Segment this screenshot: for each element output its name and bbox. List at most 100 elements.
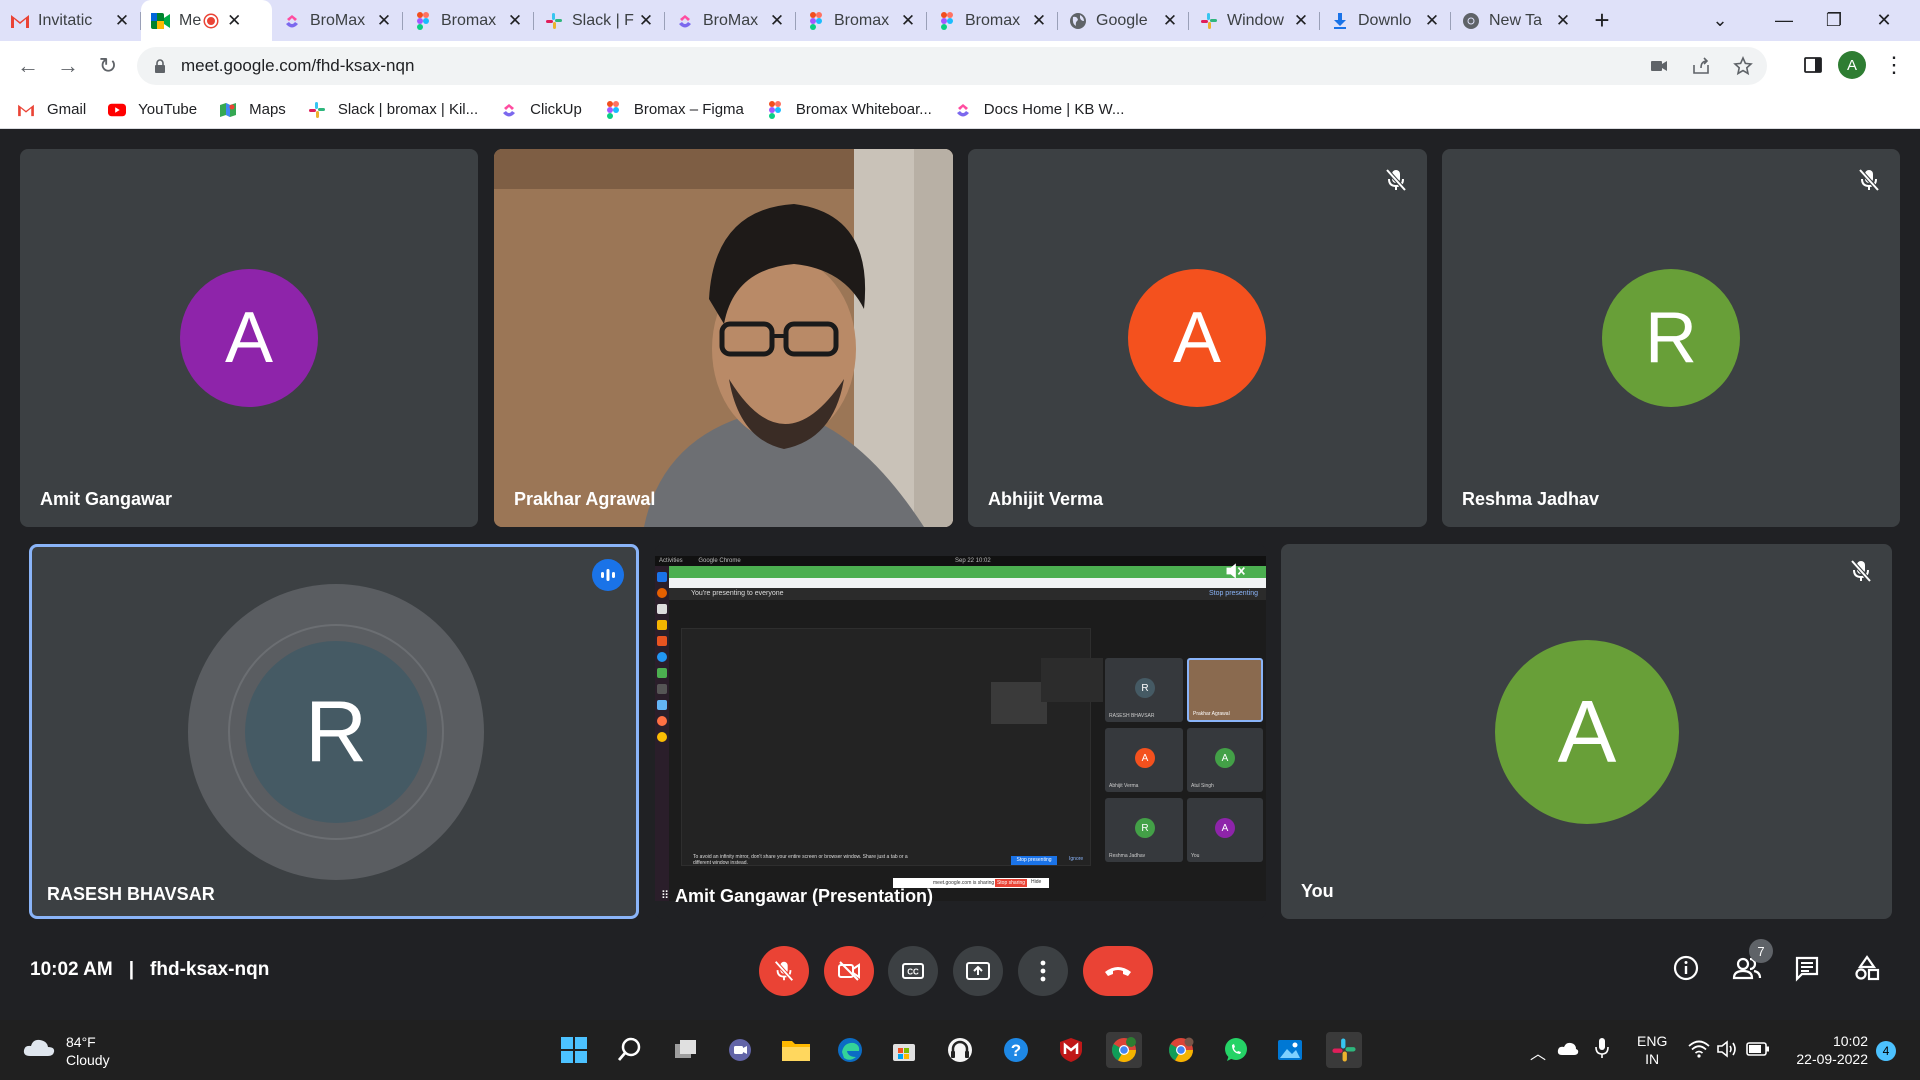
system-clock[interactable]: 10:02 22-09-2022 — [1788, 1032, 1868, 1068]
folder-icon — [782, 1041, 810, 1061]
mcafee-app[interactable] — [1053, 1032, 1089, 1068]
bookmark-gmail[interactable]: Gmail — [17, 101, 86, 119]
more-menu-icon[interactable]: ⋮ — [1880, 51, 1908, 79]
participant-tile[interactable]: R Reshma Jadhav — [1442, 149, 1900, 527]
tab-new-tab[interactable]: New Ta ✕ — [1451, 0, 1582, 41]
close-tab-icon[interactable]: ✕ — [506, 11, 524, 31]
restore-button[interactable]: ❐ — [1810, 0, 1858, 41]
battery-icon[interactable] — [1746, 1042, 1770, 1056]
headset-icon — [948, 1038, 972, 1062]
tab-bromax-clickup[interactable]: BroMax ✕ — [272, 0, 403, 41]
bookmark-whiteboard[interactable]: Bromax Whiteboar... — [766, 100, 932, 119]
participant-name: Abhijit Verma — [988, 489, 1104, 509]
back-arrow-icon[interactable]: ← — [8, 46, 48, 86]
end-call-icon — [1105, 967, 1131, 976]
whatsapp-app[interactable] — [1218, 1032, 1254, 1068]
close-tab-icon[interactable]: ✕ — [1030, 11, 1048, 31]
bookmark-maps[interactable]: Maps — [219, 101, 286, 119]
bookmark-youtube[interactable]: YouTube — [108, 101, 197, 119]
tab-google[interactable]: Google ✕ — [1058, 0, 1189, 41]
close-tab-icon[interactable]: ✕ — [637, 11, 655, 31]
show-hidden-icons-chevron-icon[interactable]: ︿ — [1530, 1040, 1546, 1064]
side-panel-icon[interactable] — [1799, 51, 1827, 79]
tab-slack[interactable]: Slack | F ✕ — [534, 0, 665, 41]
tab-bromax-clickup-2[interactable]: BroMax ✕ — [665, 0, 796, 41]
mic-off-icon — [1850, 559, 1872, 583]
file-explorer[interactable] — [778, 1032, 814, 1068]
forward-arrow-icon[interactable]: → — [48, 46, 88, 86]
participant-video-tile[interactable]: Prakhar Agrawal — [494, 149, 953, 527]
meeting-details-button[interactable] — [1672, 954, 1704, 986]
profile-avatar[interactable]: A — [1838, 51, 1866, 79]
close-tab-icon[interactable]: ✕ — [1292, 11, 1310, 31]
tab-bromax-figma-2[interactable]: Bromax ✕ — [796, 0, 927, 41]
activities-button[interactable] — [1853, 954, 1885, 986]
tab-invitation[interactable]: Invitatic ✕ — [0, 0, 141, 41]
participant-tile[interactable]: A Abhijit Verma — [968, 149, 1427, 527]
bookmark-star-icon[interactable] — [1733, 56, 1753, 76]
new-tab-button[interactable]: + — [1582, 0, 1622, 41]
tab-bromax-figma-3[interactable]: Bromax ✕ — [927, 0, 1058, 41]
get-help[interactable]: ? — [998, 1032, 1034, 1068]
browser-tab-strip: Invitatic ✕ Me ✕ BroMax ✕ Bromax ✕ Slack… — [0, 0, 1920, 41]
photos-app[interactable] — [1272, 1032, 1308, 1068]
bookmark-slack[interactable]: Slack | bromax | Kil... — [308, 101, 478, 119]
close-tab-icon[interactable]: ✕ — [1423, 11, 1441, 31]
participant-tile[interactable]: A Amit Gangawar — [20, 149, 478, 527]
tab-bromax-figma[interactable]: Bromax ✕ — [403, 0, 534, 41]
mic-toggle-button[interactable] — [759, 946, 809, 996]
bookmark-clickup[interactable]: ClickUp — [500, 101, 582, 119]
bookmark-docs-home[interactable]: Docs Home | KB W... — [954, 101, 1124, 119]
more-options-button[interactable] — [1018, 946, 1068, 996]
share-icon[interactable] — [1691, 56, 1711, 76]
address-bar-row: ← → ↻ meet.google.com/fhd-ksax-nqn — [0, 41, 1920, 91]
tab-search-chevron-icon[interactable]: ⌄ — [1696, 0, 1744, 41]
captions-button[interactable]: CC — [888, 946, 938, 996]
close-tab-icon[interactable]: ✕ — [1554, 11, 1572, 31]
people-button[interactable]: 7 — [1731, 939, 1773, 986]
notification-badge[interactable]: 4 — [1876, 1041, 1896, 1061]
bookmark-figma[interactable]: Bromax – Figma — [604, 100, 744, 119]
chrome-profile-a[interactable] — [1106, 1032, 1142, 1068]
close-tab-icon[interactable]: ✕ — [375, 11, 393, 31]
close-tab-icon[interactable]: ✕ — [1161, 11, 1179, 31]
tab-meet[interactable]: Me ✕ — [141, 0, 272, 41]
close-window-button[interactable]: ✕ — [1860, 0, 1908, 41]
microphone-icon[interactable] — [1594, 1037, 1610, 1059]
reload-icon[interactable]: ↻ — [88, 46, 128, 86]
input-language[interactable]: ENG IN — [1637, 1032, 1667, 1068]
url-field[interactable]: meet.google.com/fhd-ksax-nqn — [137, 47, 1767, 85]
presentation-tile[interactable]: Activities Google Chrome Sep 22 10:02 Yo… — [655, 544, 1266, 919]
self-tile[interactable]: A You — [1281, 544, 1892, 919]
close-tab-icon[interactable]: ✕ — [768, 11, 786, 31]
weather-widget[interactable] — [22, 1036, 56, 1063]
edge-browser[interactable] — [832, 1032, 868, 1068]
headset-app[interactable] — [942, 1032, 978, 1068]
leave-call-button[interactable] — [1083, 946, 1153, 996]
drag-handle-icon[interactable]: ⠿ — [661, 889, 669, 902]
onedrive-cloud-icon[interactable] — [1557, 1040, 1579, 1056]
start-button[interactable] — [556, 1032, 592, 1068]
task-view[interactable] — [668, 1032, 704, 1068]
taskbar-search[interactable] — [612, 1032, 648, 1068]
close-tab-icon[interactable]: ✕ — [899, 11, 917, 31]
slack-app[interactable] — [1326, 1032, 1362, 1068]
wifi-icon[interactable] — [1688, 1040, 1710, 1058]
participant-tile-speaking[interactable]: R RASESH BHAVSAR — [29, 544, 639, 919]
close-tab-icon[interactable]: ✕ — [225, 11, 243, 31]
whatsapp-icon — [1225, 1038, 1247, 1061]
participant-name: Amit Gangawar (Presentation) — [675, 886, 934, 906]
chat-button[interactable] — [1793, 954, 1825, 986]
camera-toggle-button[interactable] — [824, 946, 874, 996]
tab-downloads[interactable]: Downlo ✕ — [1320, 0, 1451, 41]
present-screen-button[interactable] — [953, 946, 1003, 996]
avatar: R — [1602, 269, 1740, 407]
minimize-button[interactable]: — — [1760, 0, 1808, 41]
volume-icon[interactable] — [1716, 1039, 1738, 1059]
close-tab-icon[interactable]: ✕ — [113, 11, 131, 31]
tab-window[interactable]: Window ✕ — [1189, 0, 1320, 41]
camera-permission-icon[interactable] — [1649, 56, 1669, 76]
chrome-profile-b[interactable] — [1163, 1032, 1199, 1068]
teams-chat[interactable] — [722, 1032, 758, 1068]
microsoft-store[interactable] — [886, 1032, 922, 1068]
